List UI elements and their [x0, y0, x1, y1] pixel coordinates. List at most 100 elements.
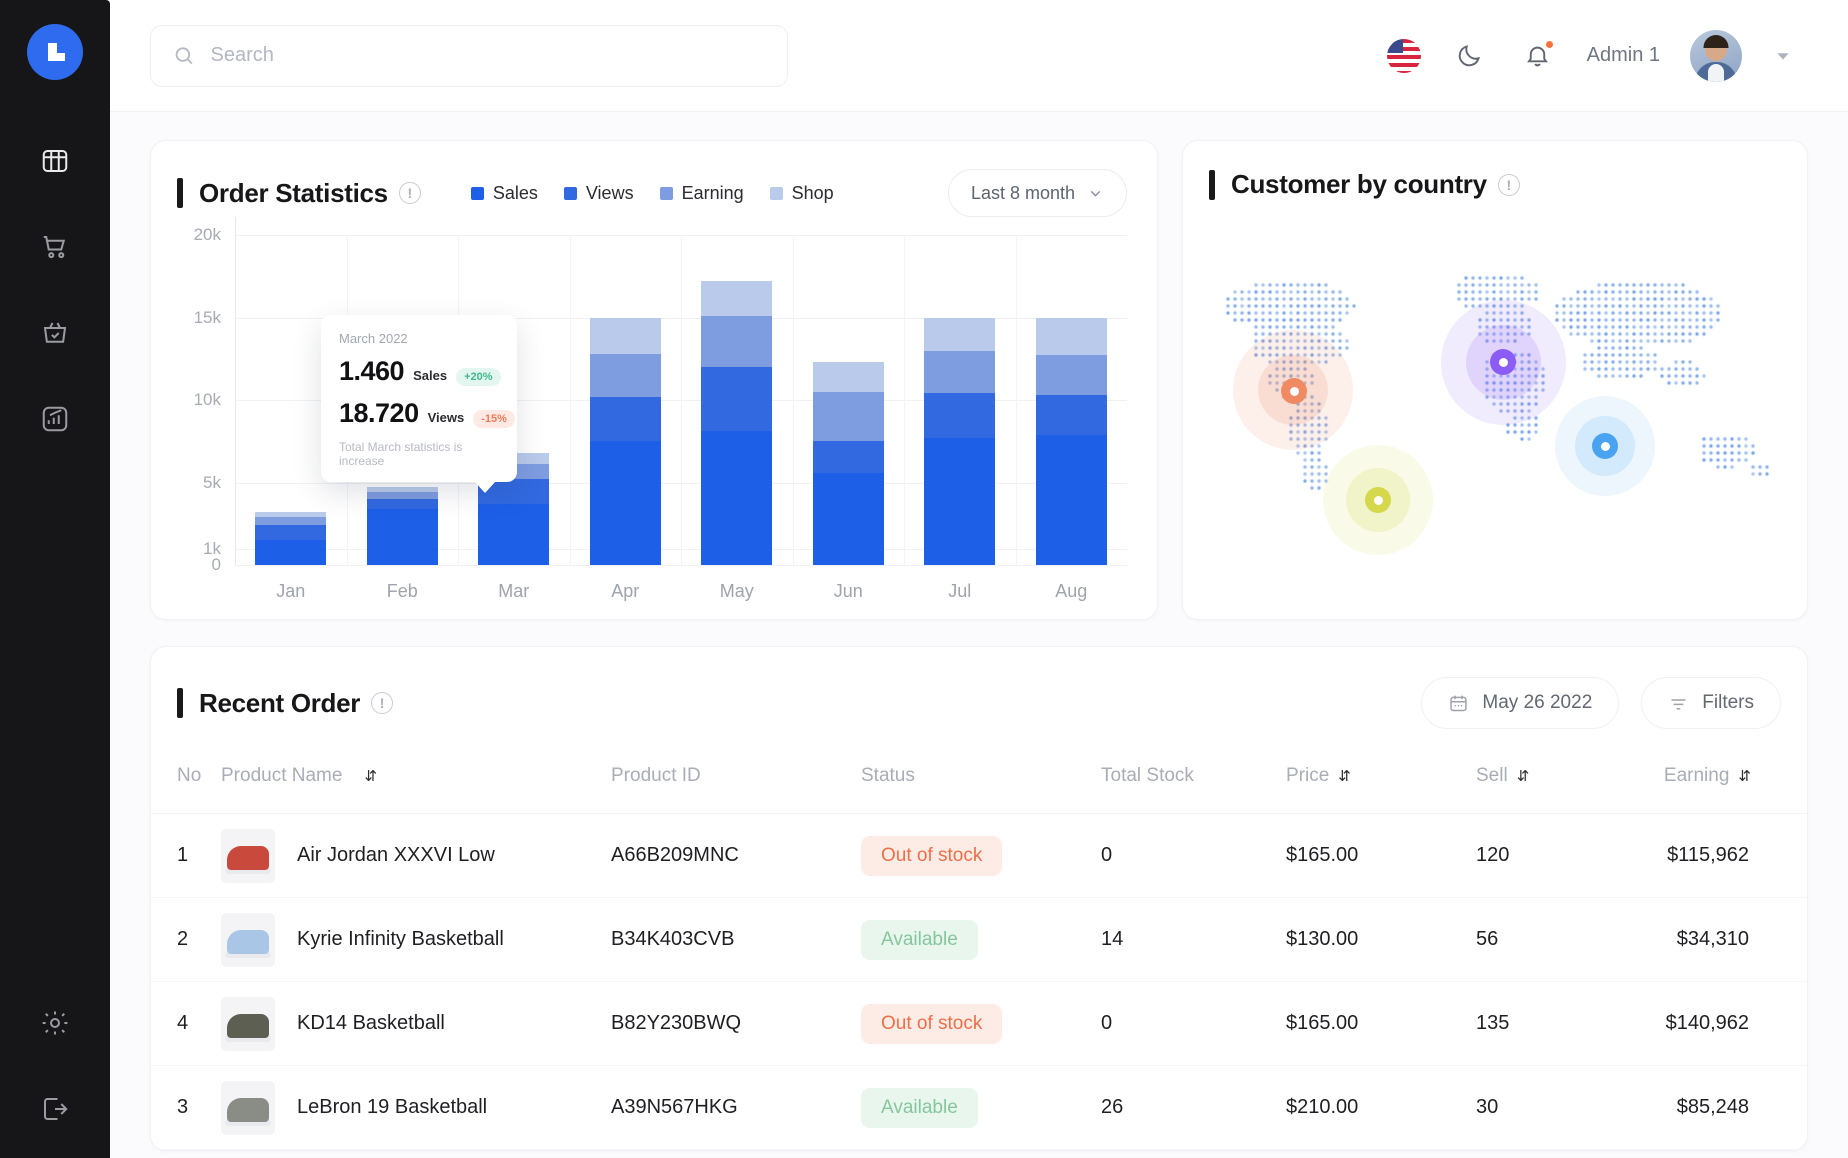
chart-segment-sales: [255, 540, 326, 565]
filters-button[interactable]: Filters: [1641, 677, 1781, 729]
date-range-dropdown[interactable]: Last 8 month: [948, 169, 1127, 217]
chart-segment-shop: [813, 362, 884, 392]
us-flag-icon[interactable]: [1387, 39, 1421, 73]
table-row[interactable]: 4 KD14 Basketball B82Y230BWQ Out of stock 0 $…: [151, 982, 1807, 1066]
sort-icon[interactable]: ⇵: [1338, 767, 1349, 785]
column-label-price: Price: [1286, 765, 1329, 787]
map-marker-africa[interactable]: [1365, 487, 1391, 513]
page-title: Order Statistics: [199, 178, 388, 209]
cell-product-id: B82Y230BWQ: [611, 1012, 861, 1035]
tooltip-views-label: Views: [428, 410, 465, 425]
legend-item-sales[interactable]: Sales: [471, 183, 538, 204]
sort-icon[interactable]: ⇵: [1517, 767, 1528, 785]
sidebar-item-orders[interactable]: [32, 224, 78, 270]
avatar[interactable]: [1690, 30, 1742, 82]
chart-segment-shop: [1036, 318, 1107, 356]
bell-icon[interactable]: [1519, 37, 1557, 75]
legend-item-views[interactable]: Views: [564, 183, 634, 204]
table-row[interactable]: 1 Air Jordan XXXVI Low A66B209MNC Out of st…: [151, 814, 1807, 898]
gear-icon: [40, 1008, 70, 1038]
date-range-label: Last 8 month: [971, 183, 1075, 204]
chart-legend: Sales Views Earning Shop: [471, 183, 834, 204]
chart-segment-views: [1036, 395, 1107, 435]
x-axis-tick-label: Apr: [570, 581, 682, 602]
cell-earning: $34,310: [1646, 928, 1807, 951]
chart-segment-shop: [590, 318, 661, 354]
column-label-name: Product Name: [221, 765, 342, 787]
chart-segment-sales: [590, 441, 661, 565]
column-header-sell[interactable]: Sell ⇵: [1476, 765, 1646, 787]
chart-bar-apr[interactable]: [590, 318, 661, 565]
table-header-row: No Product Name ⇵ Product ID Status Total…: [151, 735, 1807, 814]
cell-status: Available: [861, 1088, 1101, 1128]
legend-item-earning[interactable]: Earning: [660, 183, 744, 204]
chart-segment-views: [924, 393, 995, 438]
tooltip-views-badge: -15%: [473, 410, 515, 428]
legend-swatch-sales: [471, 187, 484, 200]
chart-bar-jun[interactable]: [813, 362, 884, 565]
cell-sell: 135: [1476, 1012, 1646, 1035]
cell-total-stock: 26: [1101, 1096, 1286, 1119]
cell-earning: $115,962: [1646, 844, 1807, 867]
map-marker-europe[interactable]: [1490, 349, 1516, 375]
order-statistics-card: Order Statistics ! Sales Views Earning S…: [150, 140, 1158, 620]
chart-bar-may[interactable]: [701, 281, 772, 565]
cell-price: $165.00: [1286, 1012, 1476, 1035]
info-icon[interactable]: !: [371, 692, 393, 714]
chart-segment-sales: [478, 504, 549, 565]
column-header-price[interactable]: Price ⇵: [1286, 765, 1476, 787]
cell-price: $165.00: [1286, 844, 1476, 867]
chevron-down-icon[interactable]: [1772, 45, 1794, 67]
legend-item-shop[interactable]: Shop: [770, 183, 834, 204]
tooltip-row-sales: 1.460 Sales +20%: [339, 356, 499, 387]
cell-earning: $85,248: [1646, 1096, 1807, 1119]
sidebar-item-settings[interactable]: [32, 1000, 78, 1046]
chart-segment-earning: [367, 492, 438, 499]
cell-product-name: Kyrie Infinity Basketball: [221, 913, 611, 967]
product-thumbnail: [221, 829, 275, 883]
chart-segment-views: [813, 441, 884, 472]
moon-icon[interactable]: [1451, 37, 1489, 75]
cell-sell: 120: [1476, 844, 1646, 867]
map-marker-asia-pacific[interactable]: [1592, 433, 1618, 459]
chart-bar-aug[interactable]: [1036, 318, 1107, 565]
table-row[interactable]: 2 Kyrie Infinity Basketball B34K403CVB Avai…: [151, 898, 1807, 982]
chart-segment-earning: [590, 354, 661, 397]
column-label-pid: Product ID: [611, 765, 701, 787]
search-bar[interactable]: [150, 25, 788, 87]
sidebar: [0, 0, 110, 1158]
search-input[interactable]: [211, 44, 765, 67]
date-picker-button[interactable]: May 26 2022: [1421, 677, 1619, 729]
recent-order-card: Recent Order ! May 26 2022 Filters No Pr…: [150, 646, 1808, 1151]
cell-product-name: Air Jordan XXXVI Low: [221, 829, 611, 883]
column-header-name[interactable]: Product Name ⇵: [221, 765, 611, 787]
map-marker-north-america[interactable]: [1281, 378, 1307, 404]
sidebar-item-products[interactable]: [32, 310, 78, 356]
chart-bar-jul[interactable]: [924, 318, 995, 565]
chart-bar-jan[interactable]: [255, 512, 326, 565]
logout-icon: [40, 1094, 70, 1124]
sidebar-item-analytics[interactable]: [32, 396, 78, 442]
sidebar-item-dashboard[interactable]: [32, 138, 78, 184]
main-area: Admin 1 Order Statistics !: [110, 0, 1848, 1158]
cell-total-stock: 0: [1101, 844, 1286, 867]
chart-bar-feb[interactable]: [367, 487, 438, 565]
info-icon[interactable]: !: [399, 182, 421, 204]
legend-label-sales: Sales: [493, 183, 538, 204]
column-header-status: Status: [861, 765, 1101, 787]
sort-icon[interactable]: ⇵: [1738, 767, 1749, 785]
world-map[interactable]: [1183, 200, 1807, 600]
chart-segment-views: [367, 499, 438, 509]
moon-glyph: [1456, 42, 1483, 69]
basket-check-icon: [40, 318, 70, 348]
table-row[interactable]: 3 LeBron 19 Basketball A39N567HKG Available…: [151, 1066, 1807, 1150]
column-label-stock: Total Stock: [1101, 765, 1194, 787]
brand-logo[interactable]: [27, 24, 83, 80]
legend-swatch-shop: [770, 187, 783, 200]
sort-icon[interactable]: ⇵: [364, 767, 375, 785]
column-header-earning[interactable]: Earning ⇵: [1646, 765, 1807, 787]
sidebar-item-logout[interactable]: [32, 1086, 78, 1132]
customer-by-country-card: Customer by country !: [1182, 140, 1808, 620]
status-badge: Available: [861, 920, 978, 960]
info-icon[interactable]: !: [1498, 174, 1520, 196]
